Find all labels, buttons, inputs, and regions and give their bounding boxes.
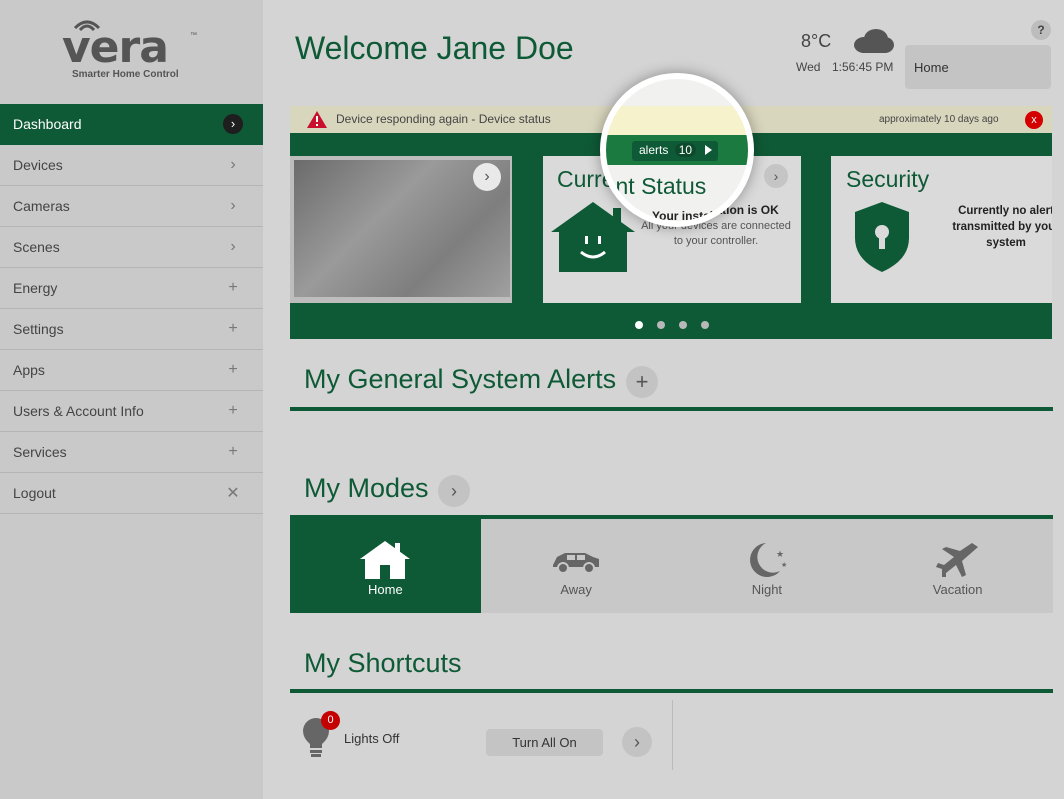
sidebar-item-label: Dashboard [13, 116, 82, 132]
sidebar-item-logout[interactable]: Logout ✕ [0, 473, 263, 514]
sidebar-item-label: Logout [13, 485, 56, 501]
sidebar-item-apps[interactable]: Apps + [0, 350, 263, 391]
vera-logo[interactable]: vera ™ Smarter Home Control [62, 14, 202, 84]
modes-chevron-button[interactable]: › [438, 475, 470, 507]
security-card-title: Security [846, 166, 930, 192]
sidebar-item-label: Users & Account Info [13, 403, 144, 419]
carousel-dot[interactable] [657, 321, 665, 329]
sidebar-item-dashboard[interactable]: Dashboard › [0, 104, 263, 145]
car-icon [552, 553, 599, 574]
warning-icon [307, 111, 327, 128]
logo-tagline: Smarter Home Control [72, 69, 179, 80]
sidebar-item-label: Settings [13, 321, 64, 337]
shortcut-separator [672, 700, 673, 770]
current-mode-box[interactable]: Home [905, 45, 1051, 89]
svg-text:★: ★ [781, 561, 787, 569]
shortcuts-section-title: My Shortcuts [304, 648, 462, 678]
sidebar-item-label: Apps [13, 362, 45, 378]
shortcuts-divider [290, 689, 1053, 693]
turn-all-on-button[interactable]: Turn All On [486, 729, 603, 756]
page-title: Welcome Jane Doe [295, 30, 574, 66]
sidebar-item-label: Cameras [13, 198, 70, 214]
play-icon [705, 145, 712, 155]
camera-card[interactable]: › [290, 156, 512, 303]
sidebar-item-label: Devices [13, 157, 63, 173]
chevron-right-icon: › [230, 156, 236, 173]
alerts-divider [290, 407, 1053, 411]
plus-icon: + [228, 279, 238, 296]
mode-label: Away [560, 582, 592, 597]
moon-icon: ★ ★ [749, 543, 787, 577]
carousel-dot[interactable] [679, 321, 687, 329]
plus-icon: + [228, 402, 238, 419]
shield-icon [855, 202, 909, 272]
security-body: Currently no alert transmitted by your s… [952, 205, 1052, 249]
notification-close-button[interactable]: x [1025, 111, 1043, 129]
notification-time: approximately 10 days ago [879, 114, 999, 125]
airplane-icon [936, 543, 979, 577]
sidebar-item-services[interactable]: Services + [0, 432, 263, 473]
mode-vacation[interactable]: Vacation [862, 519, 1053, 613]
carousel-dot[interactable] [701, 321, 709, 329]
carousel-dot[interactable] [635, 321, 643, 329]
clock: 1:56:45 PM [832, 60, 894, 74]
plus-icon: + [228, 443, 238, 460]
sidebar-item-devices[interactable]: Devices › [0, 145, 263, 186]
logo-text: vera [62, 22, 169, 73]
cloud-icon [854, 29, 894, 53]
alerts-count: 10 [674, 143, 697, 157]
svg-text:★: ★ [776, 549, 784, 559]
modes-section-title: My Modes [304, 473, 429, 503]
shortcut-label: Lights Off [344, 731, 400, 746]
plus-icon: + [228, 320, 238, 337]
notification-text: Device responding again - Device status [336, 112, 551, 126]
modes-bar: Home Away ★ ★ Night Vacation [290, 519, 1053, 613]
sidebar-item-users[interactable]: Users & Account Info + [0, 391, 263, 432]
alerts-label: alerts [639, 143, 669, 157]
sidebar-item-scenes[interactable]: Scenes › [0, 227, 263, 268]
happy-house-icon [551, 202, 635, 272]
logo-trademark: ™ [190, 32, 197, 39]
mode-night[interactable]: ★ ★ Night [672, 519, 863, 613]
mode-label: Home [368, 582, 403, 597]
sidebar-item-label: Energy [13, 280, 58, 296]
spotlight-status-heading: Your installation is OK [652, 209, 748, 223]
mode-label: Night [751, 582, 783, 597]
home-icon [360, 541, 410, 579]
mode-home[interactable]: Home [290, 519, 481, 613]
spotlight-notification-strip [606, 106, 748, 135]
add-alert-button[interactable]: + [626, 366, 658, 398]
shortcut-chevron-button[interactable]: › [622, 727, 652, 757]
shortcut-count-badge: 0 [321, 711, 340, 730]
sidebar: vera ™ Smarter Home Control Dashboard › … [0, 0, 263, 799]
alerts-section-title: My General System Alerts [304, 364, 617, 394]
alerts-button[interactable]: alerts 10 [632, 141, 718, 161]
alerts-spotlight: alerts 10 Current Status Your installati… [600, 73, 754, 227]
spotlight-status-title: Current Status [602, 173, 707, 199]
close-icon: ✕ [226, 485, 240, 502]
chevron-right-icon[interactable]: › [764, 164, 788, 188]
chevron-right-icon: › [223, 114, 243, 134]
weekday: Wed [796, 60, 821, 74]
sidebar-item-settings[interactable]: Settings + [0, 309, 263, 350]
sidebar-item-label: Scenes [13, 239, 60, 255]
chevron-right-icon: › [230, 197, 236, 214]
sidebar-nav: Dashboard › Devices › Cameras › Scenes ›… [0, 104, 263, 514]
carousel-pagination [635, 321, 709, 329]
plus-icon: + [228, 361, 238, 378]
sidebar-item-cameras[interactable]: Cameras › [0, 186, 263, 227]
sidebar-item-energy[interactable]: Energy + [0, 268, 263, 309]
mode-away[interactable]: Away [481, 519, 672, 613]
chevron-right-icon: › [230, 238, 236, 255]
temperature: 8°C [801, 31, 832, 51]
chevron-right-icon[interactable]: › [473, 163, 501, 191]
security-card[interactable]: Security Currently no alert transmitted … [831, 156, 1052, 303]
mode-label: Vacation [932, 582, 983, 597]
sidebar-item-label: Services [13, 444, 67, 460]
help-button[interactable]: ? [1031, 20, 1051, 40]
